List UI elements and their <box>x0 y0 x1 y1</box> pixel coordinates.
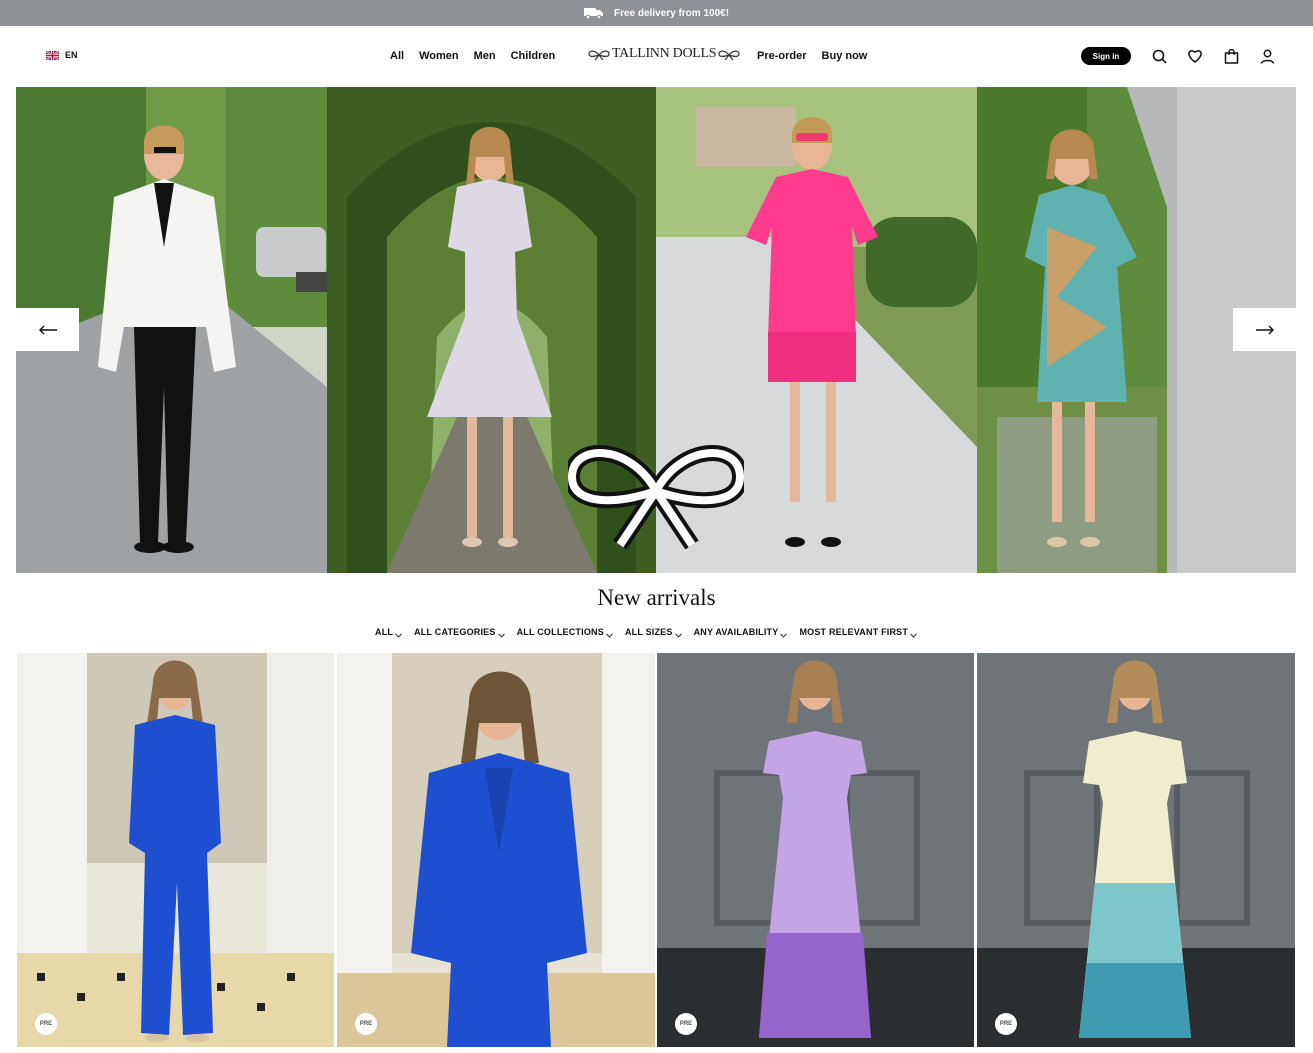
filter-label: ALL CATEGORIES <box>414 627 496 637</box>
language-selector[interactable]: EN <box>45 49 78 61</box>
nav-pre-order[interactable]: Pre-order <box>757 50 807 62</box>
hero-carousel[interactable] <box>16 87 1296 573</box>
logo-text: TALLINN DOLLS <box>612 46 717 61</box>
filter-collections[interactable]: ALL COLLECTIONS <box>516 627 613 638</box>
site-header: EN All Women Men Children TALLINN DOLLS … <box>0 26 1313 87</box>
main-nav-right: Pre-order Buy now <box>757 50 867 62</box>
cart-icon[interactable] <box>1223 48 1239 64</box>
product-card[interactable]: PRE <box>977 653 1295 1047</box>
bow-logo-icon <box>588 48 610 61</box>
chevron-down-icon <box>780 630 788 638</box>
nav-all[interactable]: All <box>390 50 404 62</box>
uk-flag-icon <box>45 49 60 61</box>
section-title-new-arrivals: New arrivals <box>597 585 716 610</box>
filter-label: ANY AVAILABILITY <box>693 627 779 637</box>
product-card[interactable]: PRE <box>337 653 655 1047</box>
filter-label: MOST RELEVANT FIRST <box>799 627 909 637</box>
language-code: EN <box>65 50 78 60</box>
nav-children[interactable]: Children <box>511 50 556 62</box>
product-card[interactable]: PRE <box>657 653 974 1047</box>
pre-order-badge: PRE <box>35 1013 57 1035</box>
user-icon[interactable] <box>1259 48 1275 64</box>
product-card[interactable]: PRE <box>17 653 334 1047</box>
nav-men[interactable]: Men <box>474 50 496 62</box>
filter-availability[interactable]: ANY AVAILABILITY <box>693 627 788 638</box>
chevron-down-icon <box>910 630 917 638</box>
filter-categories[interactable]: ALL CATEGORIES <box>414 627 505 638</box>
heart-icon[interactable] <box>1187 48 1203 64</box>
filter-sort[interactable]: MOST RELEVANT FIRST <box>799 627 917 638</box>
chevron-down-icon <box>606 630 613 638</box>
chevron-down-icon <box>674 630 682 638</box>
arrow-right-icon[interactable] <box>1233 308 1296 351</box>
pre-order-badge: PRE <box>355 1013 377 1035</box>
sign-in-button[interactable]: Sign in <box>1081 47 1131 65</box>
search-icon[interactable] <box>1151 48 1167 64</box>
filter-all[interactable]: ALL <box>375 627 402 638</box>
pre-order-badge: PRE <box>995 1013 1017 1035</box>
truck-icon <box>583 7 604 20</box>
filter-label: ALL COLLECTIONS <box>516 627 604 637</box>
filter-bar: ALL ALL CATEGORIES ALL COLLECTIONS ALL S… <box>375 627 917 638</box>
nav-women[interactable]: Women <box>419 50 459 62</box>
filter-label: ALL <box>375 627 394 637</box>
bow-logo-icon <box>564 443 748 550</box>
promo-bar: Free delivery from 100€! <box>0 0 1313 26</box>
filter-label: ALL SIZES <box>624 627 673 637</box>
nav-buy-now[interactable]: Buy now <box>822 50 868 62</box>
pre-order-badge: PRE <box>675 1013 697 1035</box>
arrow-left-icon[interactable] <box>16 308 79 351</box>
chevron-down-icon <box>497 630 505 638</box>
main-nav-left: All Women Men Children <box>390 50 555 62</box>
filter-sizes[interactable]: ALL SIZES <box>624 627 682 638</box>
bow-logo-icon <box>718 48 740 61</box>
chevron-down-icon <box>395 630 402 638</box>
promo-text: Free delivery from 100€! <box>613 7 730 19</box>
site-logo[interactable]: TALLINN DOLLS <box>588 46 740 62</box>
